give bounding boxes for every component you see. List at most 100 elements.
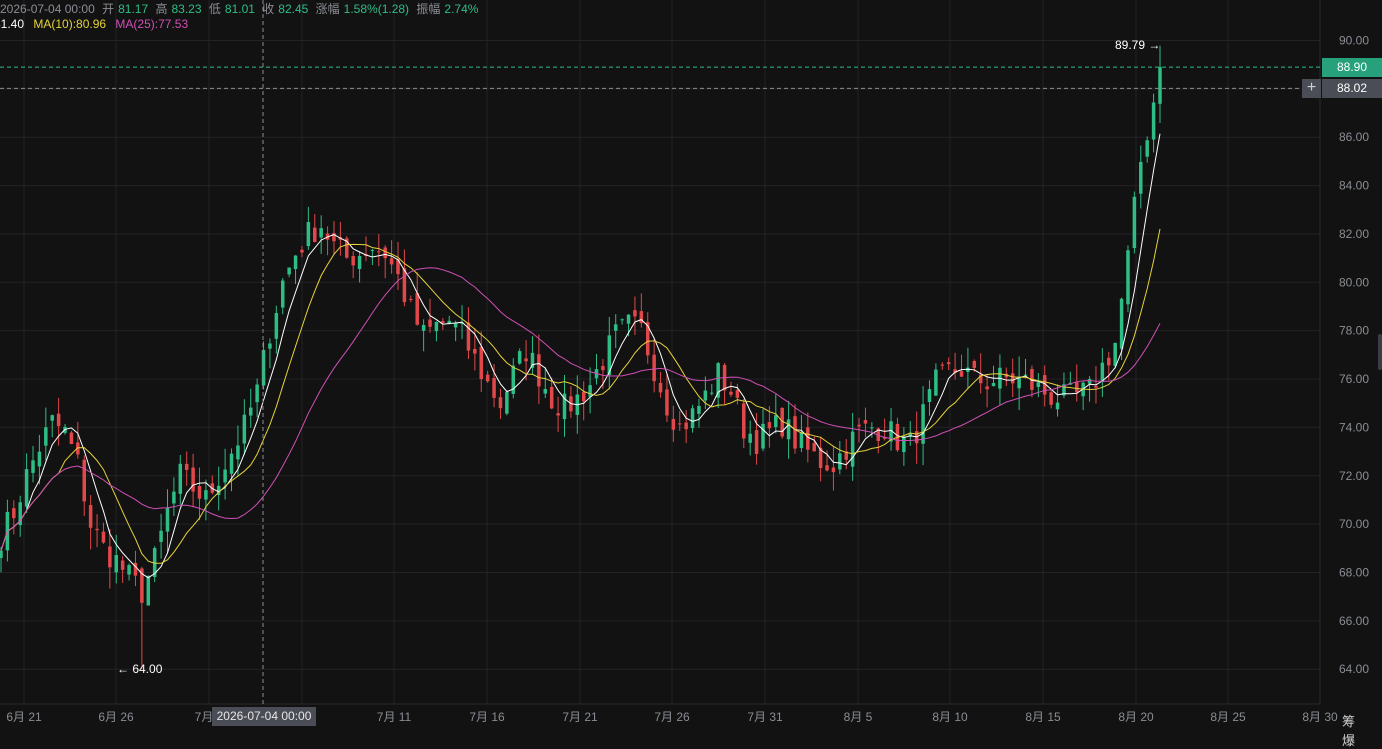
y-tick-label: 86.00: [1339, 130, 1369, 144]
candle-up: [1132, 191, 1137, 254]
candle-up: [921, 386, 925, 466]
candle-up: [716, 361, 720, 409]
candle-up: [434, 321, 439, 342]
candle-up: [697, 398, 701, 428]
candle-down: [1010, 358, 1015, 398]
candle-down: [409, 295, 413, 303]
candle-body: [255, 384, 259, 403]
candle-up: [588, 367, 592, 414]
candle-up: [268, 338, 272, 369]
candle-down: [556, 396, 560, 432]
candle-body: [31, 460, 35, 473]
candle-down: [1075, 364, 1079, 402]
candle-down: [812, 436, 816, 452]
candle-down: [1004, 367, 1009, 387]
corner-tool-labels[interactable]: 筹 爆: [1342, 711, 1382, 749]
candle-body: [313, 227, 317, 243]
x-tick-label: 8月 30: [1302, 710, 1338, 724]
candle-up: [50, 414, 54, 438]
candle-up: [223, 448, 227, 500]
candle-down: [210, 475, 215, 495]
candle-body: [556, 413, 560, 416]
candle-up: [594, 354, 599, 385]
candle-body: [850, 431, 855, 467]
candle-up: [998, 354, 1002, 405]
candle-up: [229, 448, 234, 492]
candle-down: [1042, 365, 1047, 407]
side-panel-handle[interactable]: [1378, 334, 1382, 370]
candle-body: [274, 313, 279, 339]
candle-body: [1126, 250, 1130, 305]
candle-up: [0, 547, 3, 573]
x-tick-label: 6月 21: [6, 710, 42, 724]
candle-body: [1094, 385, 1098, 388]
candle-body: [351, 256, 355, 266]
candle-down: [12, 500, 16, 535]
candle-down: [742, 398, 746, 448]
candle-body: [1036, 382, 1041, 388]
candle-body: [1151, 102, 1156, 140]
y-tick-label: 84.00: [1339, 179, 1369, 193]
candle-body: [248, 407, 253, 416]
low-value: 81.01: [224, 2, 255, 16]
candle-body: [88, 505, 93, 528]
candle-body: [633, 310, 637, 317]
candle-down: [658, 371, 663, 398]
open-label: 开: [102, 2, 115, 16]
candle-body: [229, 453, 234, 474]
candle-down: [729, 381, 733, 397]
add-alert-button[interactable]: +: [1302, 79, 1321, 98]
candle-up: [152, 546, 157, 583]
candle-body: [613, 324, 618, 331]
candle-down: [959, 354, 964, 377]
change-label: 涨幅: [315, 2, 340, 16]
candle-body: [1145, 140, 1149, 157]
candle-down: [377, 234, 381, 267]
last-price-tag: 88.90: [1322, 58, 1382, 77]
candle-up: [287, 267, 291, 278]
candle-body: [793, 416, 797, 449]
candlestick-chart[interactable]: 64.00 66.00 68.00 70.00 72.00 74.00 76.00 78.00…: [0, 0, 1382, 731]
candle-up: [1055, 384, 1060, 417]
candle-body: [902, 436, 906, 453]
candle-body: [24, 469, 29, 507]
candle-body: [389, 258, 394, 265]
candle-body: [799, 431, 804, 449]
candle-up: [31, 445, 35, 483]
y-tick-label: 74.00: [1339, 420, 1369, 434]
candle-up: [1158, 45, 1162, 123]
x-tick-label: 7月 16: [469, 710, 505, 724]
x-tick-label: 7月 31: [747, 710, 783, 724]
candle-body: [838, 453, 842, 470]
candle-body: [434, 321, 439, 332]
high-value: 83.23: [171, 2, 202, 16]
candle-body: [786, 419, 791, 440]
candle-body: [703, 390, 708, 401]
candle-body: [146, 575, 151, 606]
candle-body: [934, 369, 938, 396]
x-tick-label: 8月 10: [932, 710, 968, 724]
candle-body: [268, 343, 272, 349]
y-tick-label: 68.00: [1339, 565, 1369, 579]
candle-body: [44, 427, 48, 446]
y-tick-label: 70.00: [1339, 517, 1369, 531]
x-tick-label: 7月 26: [654, 710, 690, 724]
candle-body: [658, 382, 663, 393]
candle-body: [1139, 161, 1143, 194]
candle-body: [684, 422, 688, 430]
candle-body: [377, 251, 381, 253]
candle-down: [345, 236, 349, 259]
candle-body: [421, 324, 426, 331]
x-tick-label: 8月 15: [1025, 710, 1061, 724]
candle-body: [857, 424, 861, 427]
candle-down: [498, 388, 503, 419]
candle-body: [178, 463, 183, 494]
candle-body: [1100, 362, 1105, 383]
candle-body: [870, 427, 874, 429]
candle-down: [140, 566, 144, 670]
candle-up: [934, 363, 938, 397]
candle-body: [1049, 392, 1053, 405]
candle-body: [197, 485, 202, 499]
candle-body: [524, 358, 528, 362]
crosshair-date-label: 2026-07-04 00:00: [212, 707, 316, 726]
